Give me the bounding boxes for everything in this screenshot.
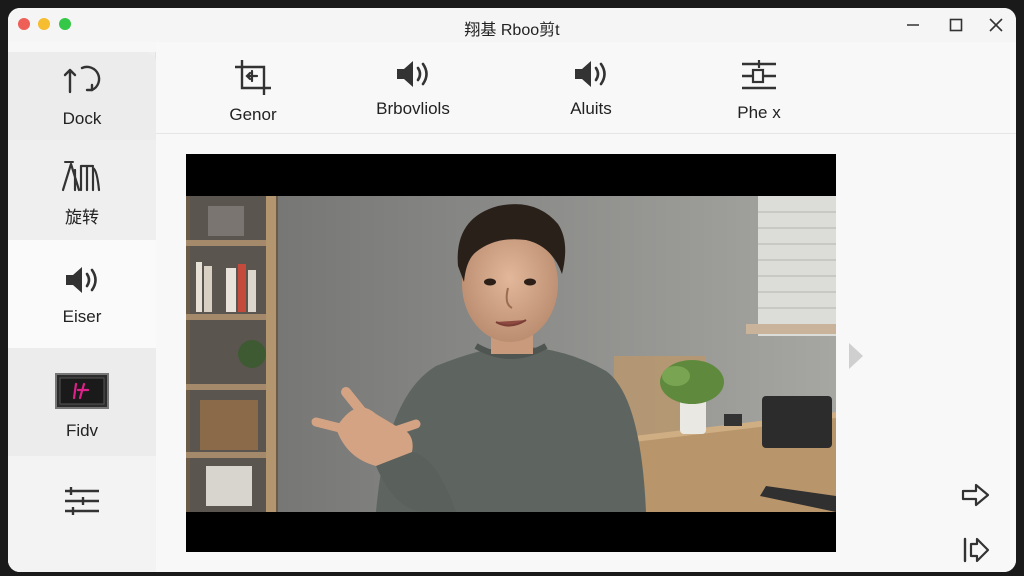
tool-phex[interactable]: Phe x [704, 58, 814, 123]
export-arrow-icon[interactable] [961, 482, 991, 513]
close-icon[interactable] [984, 14, 1008, 36]
speaker-icon [393, 58, 433, 95]
adjust-sliders-icon [739, 58, 779, 99]
sidebar-item-dock[interactable]: Dock [8, 52, 156, 140]
tool-aluits[interactable]: Aluits [536, 58, 646, 119]
video-preview[interactable] [186, 154, 836, 552]
clip-thumbnail-icon [54, 372, 110, 415]
tool-brbovliols[interactable]: Brbovliols [358, 58, 468, 119]
sidebar-item-label: Dock [62, 109, 102, 128]
tool-label: Genor [229, 105, 277, 124]
sidebar-item-eiser[interactable]: Eiser [8, 240, 156, 348]
title-bar: 翔基 Rboo剪t [8, 8, 1016, 42]
app-window: 翔基 Rboo剪t Dock 旋转 Eiser Fidv Genor Brbov… [8, 8, 1016, 572]
jump-to-end-icon[interactable] [961, 536, 991, 569]
speaker-icon [571, 58, 611, 95]
toolbar: Genor Brbovliols Aluits Phe x [156, 42, 1016, 134]
crop-rotate-icon [61, 158, 103, 197]
sidebar-item-adjust[interactable] [8, 456, 156, 572]
tool-label: Phe x [737, 103, 781, 122]
video-frame [186, 196, 836, 512]
sidebar-item-label: 旋转 [65, 208, 99, 227]
tool-genor[interactable]: Genor [198, 58, 308, 125]
crop-icon [233, 58, 273, 101]
sliders-icon [63, 486, 101, 521]
sidebar-item-fidv[interactable]: Fidv [8, 348, 156, 456]
next-clip-arrow-icon[interactable] [848, 342, 864, 375]
main-area [156, 134, 1016, 572]
rotate-arrows-icon [62, 62, 102, 103]
window-title: 翔基 Rboo剪t [464, 22, 560, 39]
tool-label: Brbovliols [376, 99, 450, 118]
sidebar: Dock 旋转 Eiser Fidv [8, 52, 156, 572]
tool-label: Aluits [570, 99, 612, 118]
maximize-icon[interactable] [944, 14, 968, 36]
sidebar-item-label: Eiser [62, 307, 102, 326]
speaker-icon [62, 264, 102, 301]
sidebar-item-rotate[interactable]: 旋转 [8, 140, 156, 240]
sidebar-item-label: Fidv [65, 421, 99, 440]
minimize-icon[interactable] [901, 14, 925, 36]
